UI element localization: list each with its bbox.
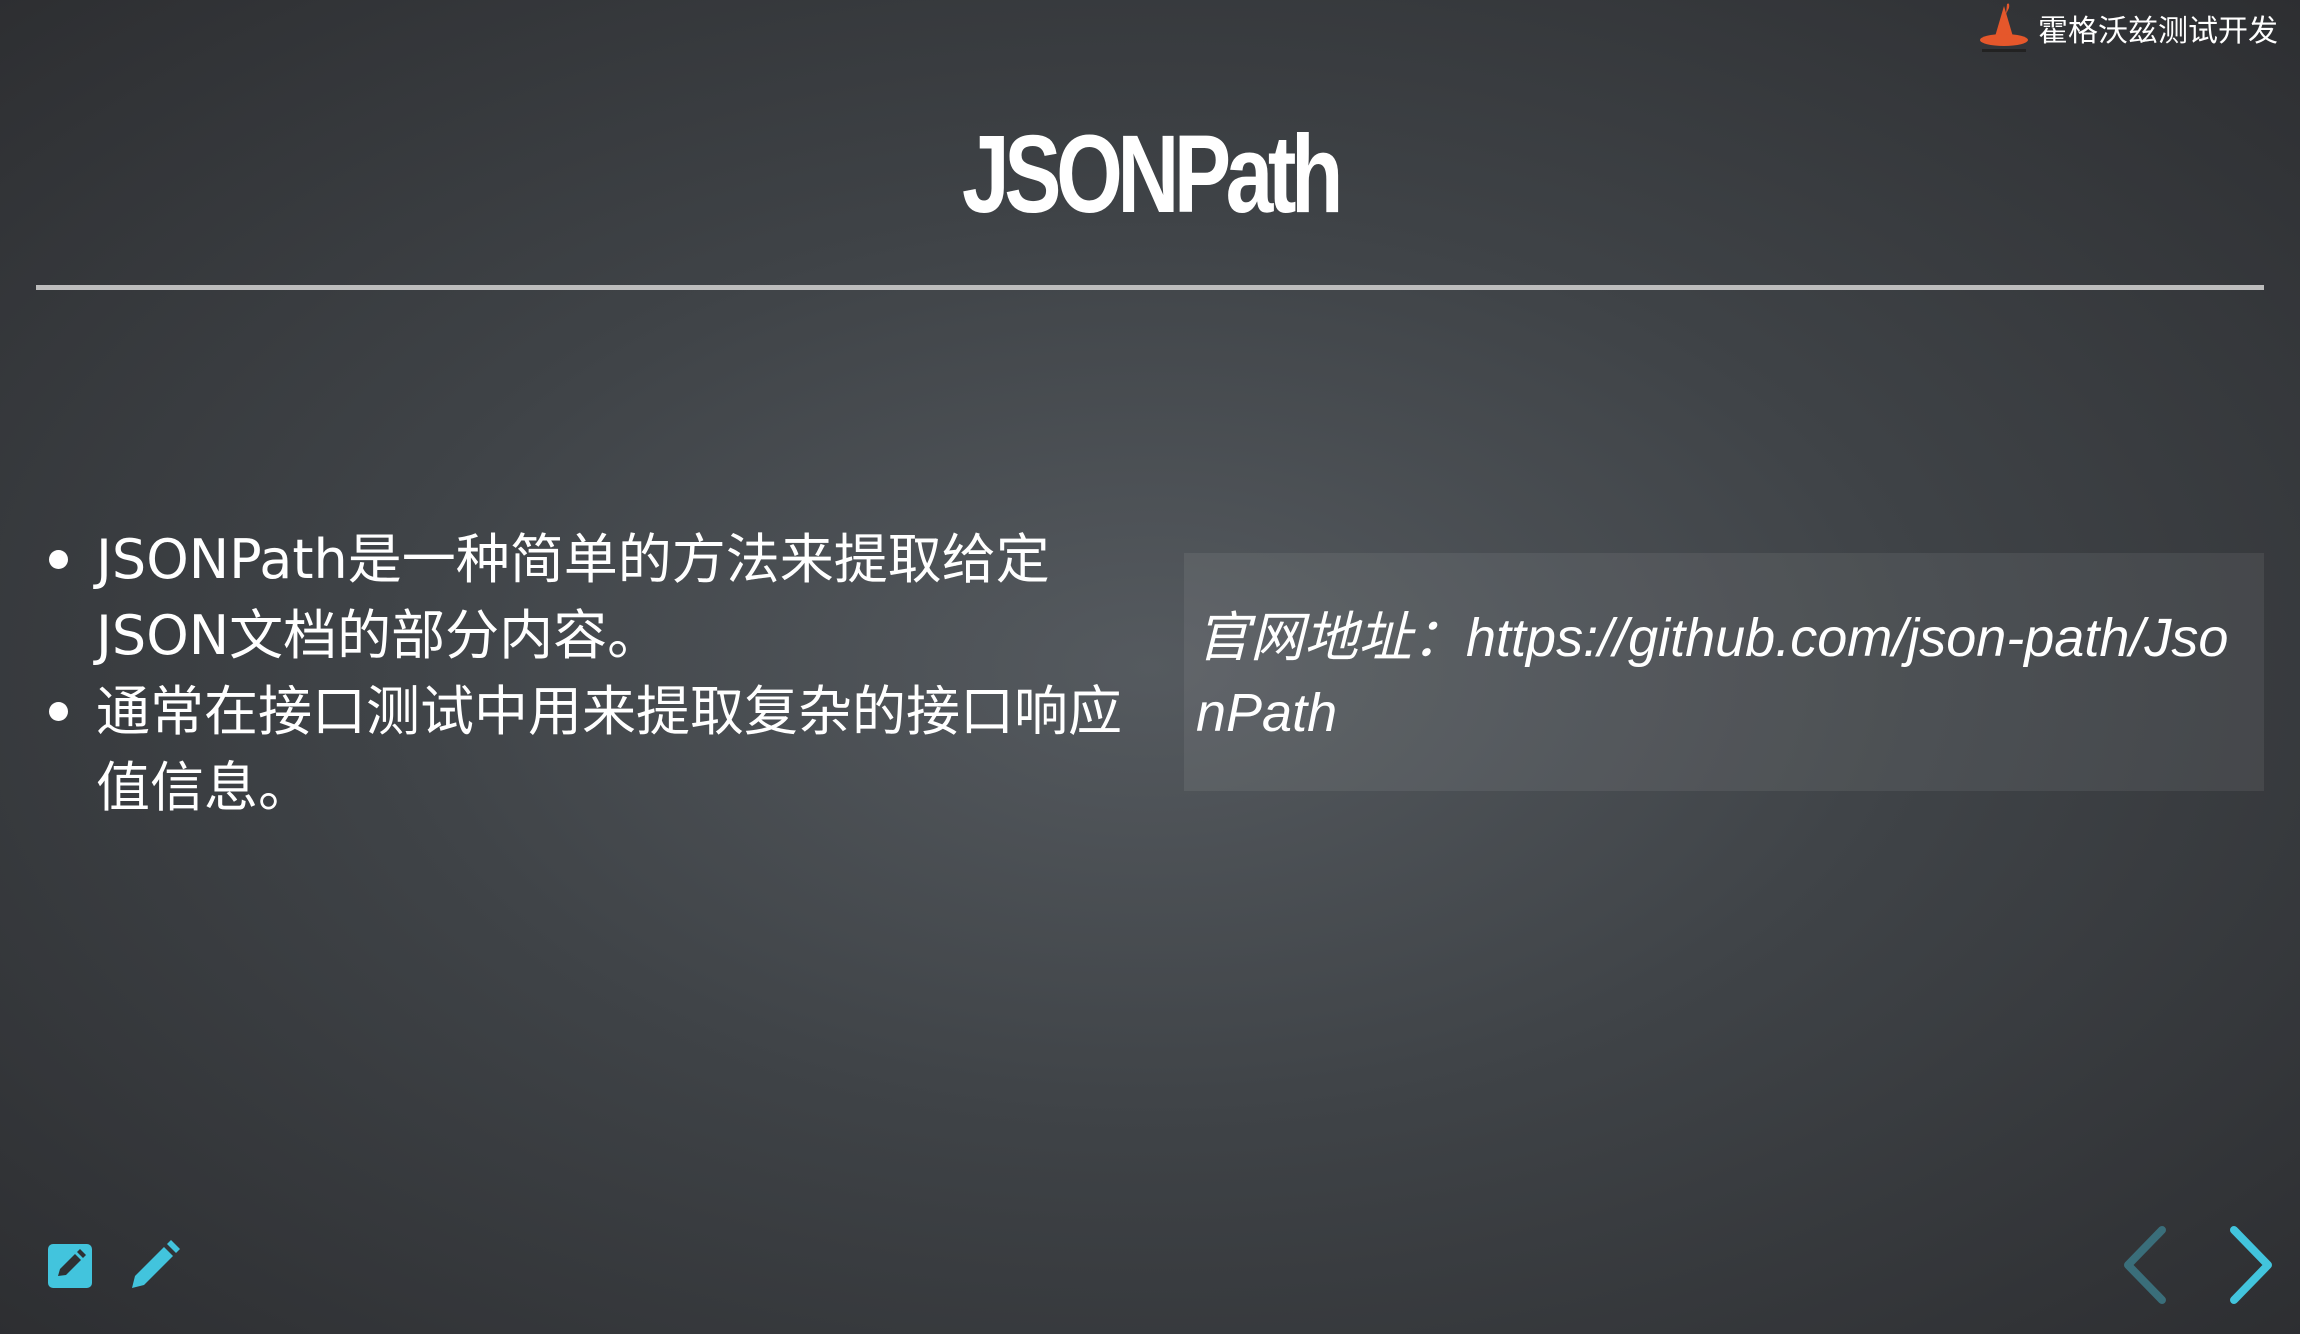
edit-note-icon[interactable] — [44, 1238, 100, 1294]
bullet-text: 通常在接口测试中用来提取复杂的接口响应值信息。 — [96, 680, 1122, 819]
bullet-dot — [49, 702, 68, 721]
chevron-right-icon[interactable] — [2216, 1220, 2286, 1310]
brand-header: 霍格沃兹测试开发 — [1976, 0, 2278, 56]
slide-title: JSONPath — [962, 113, 1343, 236]
brand-name: 霍格沃兹测试开发 — [2038, 14, 2278, 49]
bullet-item-2: 通常在接口测试中用来提取复杂的接口响应值信息。 — [42, 674, 1157, 826]
wizard-hat-icon — [1976, 0, 2032, 56]
title-divider — [36, 285, 2264, 290]
callout-box: 官网地址：https://github.com/json-path/JsonPa… — [1184, 553, 2264, 791]
pencil-icon[interactable] — [126, 1238, 182, 1294]
bullet-list: JSONPath是一种简单的方法来提取给定JSON文档的部分内容。 通常在接口测… — [42, 522, 1157, 826]
bullet-item-1: JSONPath是一种简单的方法来提取给定JSON文档的部分内容。 — [42, 522, 1157, 674]
callout-text: 官网地址：https://github.com/json-path/JsonPa… — [1196, 608, 2229, 743]
bullet-text: JSONPath是一种简单的方法来提取给定JSON文档的部分内容。 — [96, 528, 1050, 667]
chevron-left-icon[interactable] — [2110, 1220, 2180, 1310]
bullet-dot — [49, 550, 68, 569]
